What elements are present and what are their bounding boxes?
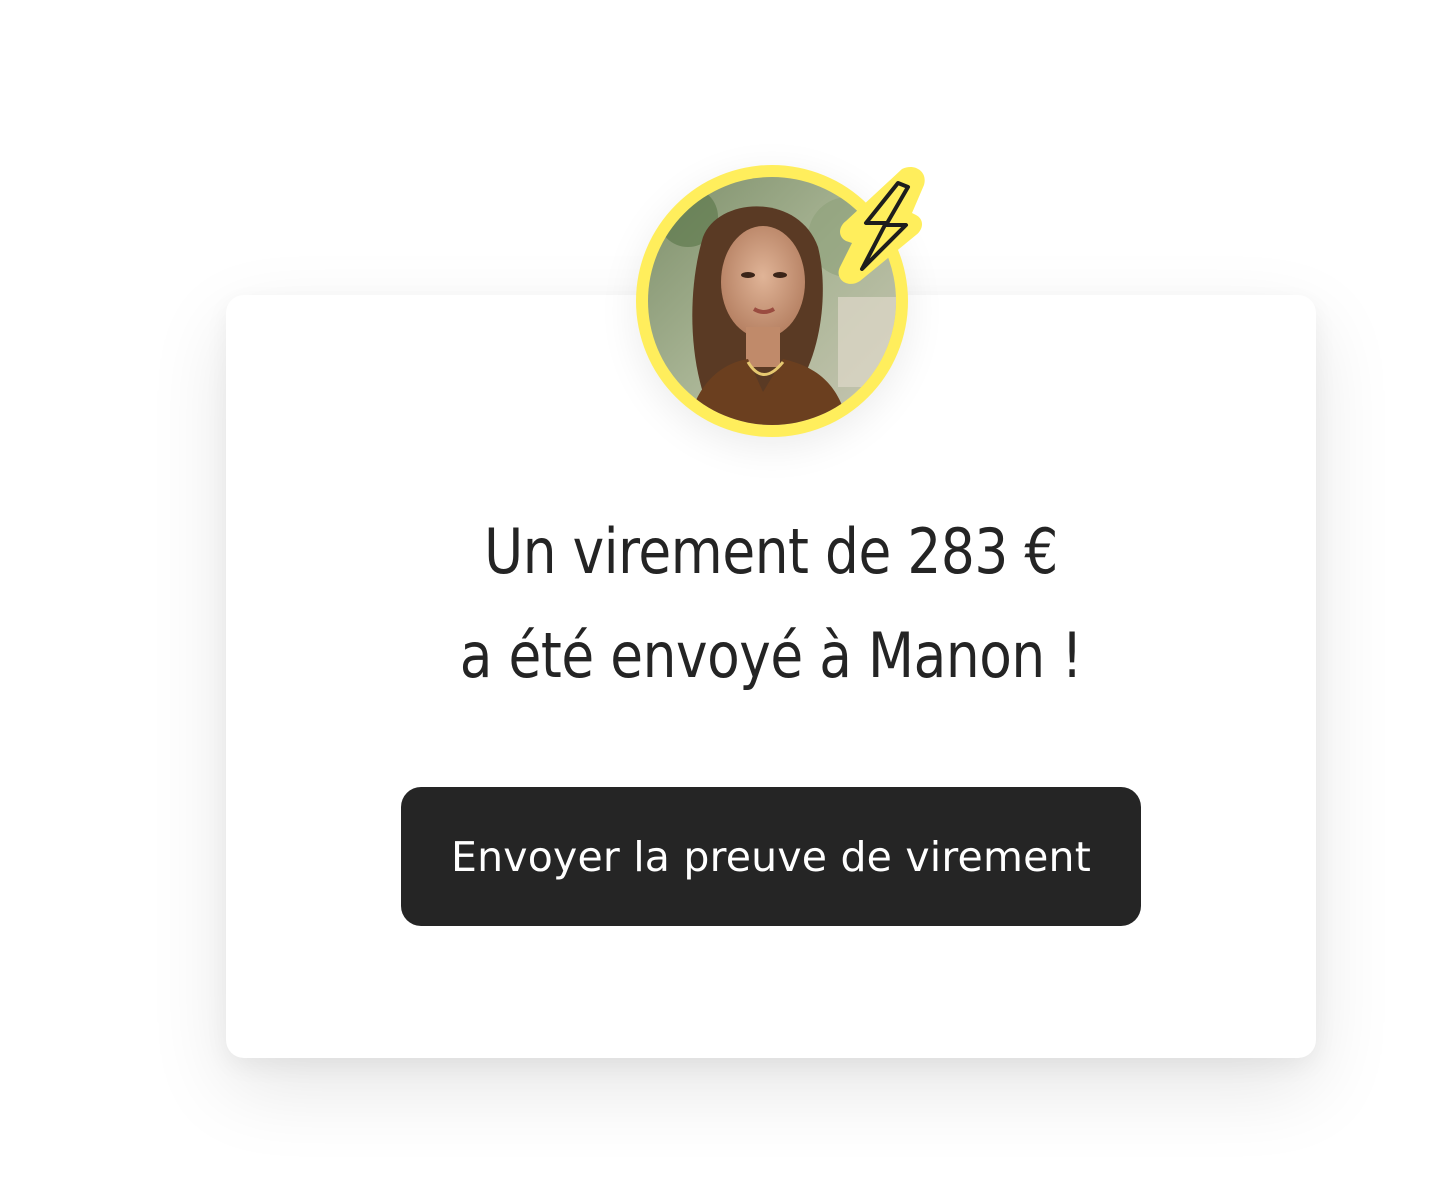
send-proof-button[interactable]: Envoyer la preuve de virement bbox=[401, 787, 1141, 926]
lightning-bolt-icon bbox=[826, 163, 932, 291]
message-line-amount: Un virement de 283 € bbox=[484, 515, 1058, 588]
transfer-confirmation-message: Un virement de 283 € a été envoyé à Mano… bbox=[302, 500, 1239, 708]
message-line-recipient: a été envoyé à Manon ! bbox=[459, 619, 1083, 692]
page: Un virement de 283 € a été envoyé à Mano… bbox=[0, 0, 1440, 1200]
